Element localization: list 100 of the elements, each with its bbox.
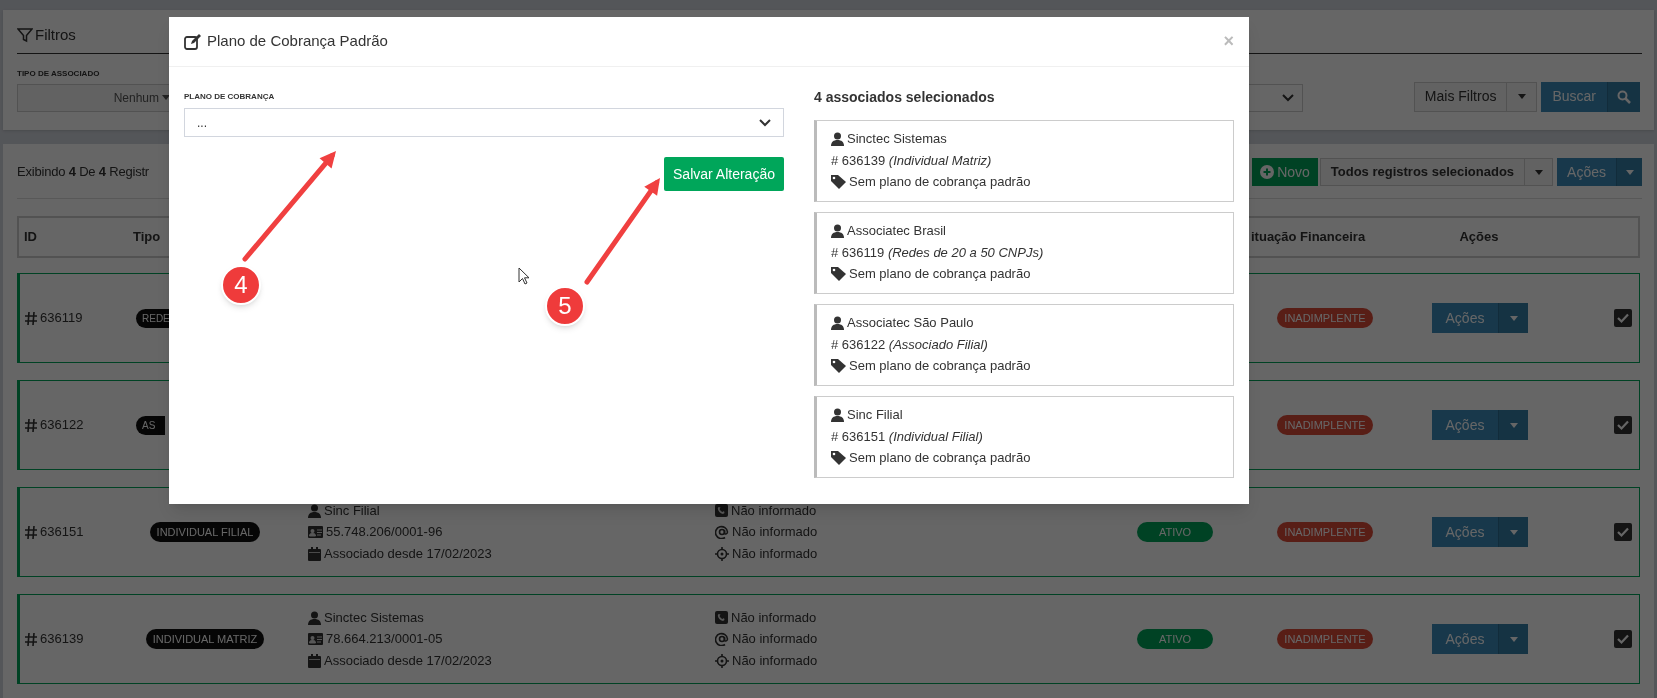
select-value: ... [197,114,207,132]
table-row[interactable]: 636139 INDIVIDUAL MATRIZ Sinctec Sistemas 78.664.213/0001-05 Associado desde 17/02/2023 Não informado Não informado Não informado ATIVO INADIMPLENTE Ações [17,594,1640,684]
billing-plan-text: Sem plano de cobrança padrão [849,265,1031,283]
caret-icon [1625,169,1634,175]
close-button[interactable]: × [1223,28,1234,55]
tag-icon [831,266,846,281]
email-text: Não informado [732,630,818,649]
user-icon [308,503,321,518]
user-icon [831,315,844,330]
member-reference: # 636122 (Associado Filial) [831,335,989,354]
record-id: 636122 [40,416,84,435]
actions-button[interactable]: Ações [1557,158,1616,186]
field-label: TIPO DE ASSOCIADO [17,67,101,80]
member-since: Associado desde 17/02/2023 [324,544,492,563]
user-icon [831,131,844,146]
column-header: ituação Financeira [1250,228,1366,247]
checkbox[interactable] [1614,523,1632,541]
select-value: Nenhum [113,89,159,107]
type-tag: AS [136,415,166,435]
phone-icon [715,611,728,624]
billing-plan-text: Sem plano de cobrança padrão [849,173,1031,191]
row-actions-button[interactable]: Ações [1431,303,1499,333]
financial-badge: INADIMPLENTE [1277,521,1373,543]
member-reference: # 636151 (Individual Filial) [831,427,984,446]
user-icon [831,407,844,422]
record-id: 636119 [40,309,83,328]
email-text: Não informado [732,523,818,542]
caret-icon [1509,636,1518,642]
record-id: 636151 [40,523,84,542]
records-summary: Exibindo 4 De 4 Registr [17,163,149,182]
edit-icon [184,33,201,50]
plus-circle-icon [1260,165,1275,179]
hashtag-icon [25,632,37,646]
calendar-icon [308,546,321,561]
save-button[interactable]: Salvar Alteração [664,157,784,191]
address-text: Não informado [732,544,818,563]
selection-button[interactable]: Todos registros selecionados [1319,158,1526,186]
hashtag-icon [25,418,37,432]
status-badge: ATIVO [1137,628,1213,650]
caret-icon [1509,422,1518,428]
row-actions-button[interactable]: Ações [1431,624,1499,654]
type-tag: INDIVIDUAL MATRIZ [145,628,265,650]
address-text: Não informado [732,651,818,670]
dropdown-toggle[interactable] [1498,624,1529,654]
at-sign-icon [715,632,729,646]
member-name: Sinc Filial [847,406,903,424]
crosshair-icon [715,546,729,561]
search-button[interactable]: Buscar [1541,81,1607,112]
status-badge: ATIVO [1137,521,1213,543]
dropdown-toggle[interactable] [1498,303,1529,333]
member-since: Associado desde 17/02/2023 [324,651,492,670]
caret-icon [1517,94,1526,99]
member-reference: # 636139 (Individual Matriz) [831,151,993,170]
dropdown-toggle[interactable] [1498,517,1529,547]
member-name: Associatec São Paulo [847,314,974,332]
tag-icon [831,174,846,189]
search-icon [1617,89,1631,104]
calendar-icon [308,653,321,668]
tag-icon [831,450,846,465]
phone-text: Não informado [731,501,817,520]
tax-id: 78.664.213/0001-05 [326,630,443,649]
financial-badge: INADIMPLENTE [1277,628,1373,650]
checkbox[interactable] [1614,309,1632,327]
filter-icon [17,27,33,44]
checkbox[interactable] [1614,630,1632,648]
column-header: ID [23,228,37,247]
modal-title: Plano de Cobrança Padrão [207,31,388,52]
search-icon-button[interactable] [1607,81,1640,112]
dropdown-toggle[interactable] [1498,410,1529,440]
hashtag-icon [25,311,37,325]
panel-title: Filtros [35,25,76,45]
crosshair-icon [715,653,729,668]
caret-icon [162,95,170,100]
tag-icon [831,358,846,373]
dropdown-toggle[interactable] [1616,158,1642,186]
column-header: Tipo [132,228,161,247]
record-id: 636139 [40,630,84,649]
billing-plan-text: Sem plano de cobrança padrão [849,449,1031,467]
caret-icon [1509,529,1518,535]
phone-text: Não informado [731,608,817,627]
hashtag-icon [25,525,37,539]
billing-plan-select[interactable]: ... [184,108,784,137]
financial-badge: INADIMPLENTE [1277,414,1373,436]
section-heading: 4 associados selecionados [814,88,995,107]
chevron-icon [1281,93,1294,102]
mouse-cursor-icon [518,267,530,285]
financial-badge: INADIMPLENTE [1277,307,1373,329]
checkbox[interactable] [1614,416,1632,434]
row-actions-button[interactable]: Ações [1431,410,1499,440]
member-name: Sinctec Sistemas [324,608,424,627]
billing-plan-text: Sem plano de cobrança padrão [849,357,1031,375]
new-button[interactable]: Novo [1252,158,1318,186]
row-actions-button[interactable]: Ações [1431,517,1499,547]
caret-icon [1509,315,1518,321]
user-icon [308,610,321,625]
more-filters-button[interactable]: Mais Filtros [1413,81,1508,112]
type-tag: INDIVIDUAL FILIAL [149,521,261,543]
caret-icon [1534,169,1543,175]
id-card-icon [308,526,323,538]
tax-id: 55.748.206/0001-96 [326,523,443,542]
